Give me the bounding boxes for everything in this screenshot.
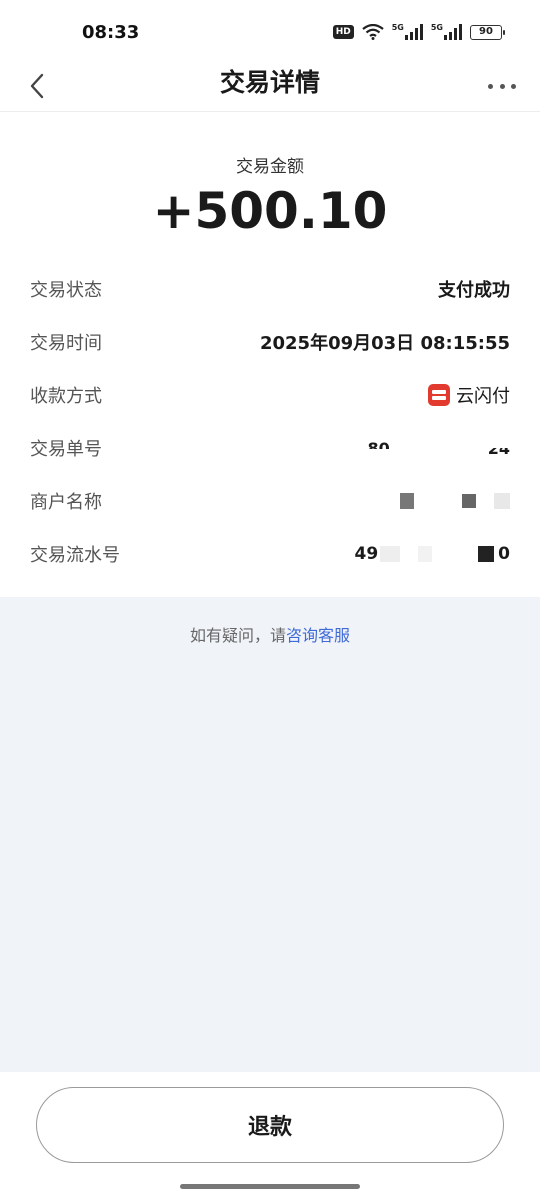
- detail-label: 商户名称: [30, 492, 102, 513]
- redaction-mask: [397, 438, 484, 458]
- wifi-icon: [362, 24, 384, 40]
- contact-support-link[interactable]: 咨询客服: [286, 626, 350, 645]
- serial-number-visible-suffix: 0: [498, 544, 510, 564]
- more-dot: [499, 83, 505, 89]
- redaction-mask: [380, 546, 401, 562]
- bottom-action-bar: 退款: [0, 1072, 540, 1200]
- detail-row-order-number: 交易单号 80 24: [30, 433, 510, 463]
- help-note: 如有疑问，请咨询客服: [0, 622, 540, 646]
- battery-level: 90: [479, 26, 493, 37]
- navigation-header: 交易详情: [0, 60, 540, 112]
- redaction-mask: [494, 493, 510, 509]
- help-note-text: 如有疑问，请: [189, 626, 286, 645]
- detail-value: 支付成功: [438, 280, 510, 301]
- redaction-mask: [418, 546, 433, 562]
- detail-label: 交易单号: [30, 439, 102, 460]
- order-number-value-redacted: 80 24: [367, 433, 510, 463]
- detail-row-status: 交易状态 支付成功: [30, 274, 510, 304]
- amount-label: 交易金额: [236, 157, 304, 177]
- more-options-button[interactable]: [488, 74, 516, 98]
- detail-label: 交易状态: [30, 280, 102, 301]
- order-number-visible-prefix: 80: [367, 438, 390, 458]
- refund-button[interactable]: 退款: [36, 1087, 504, 1163]
- page-title: 交易详情: [219, 68, 320, 97]
- status-icons: HD 5G 5G 90: [332, 24, 505, 40]
- more-dots-icon: [488, 83, 493, 89]
- detail-value: 2025年09月03日 08:15:55: [259, 333, 510, 354]
- status-time: 08:33: [82, 22, 140, 43]
- more-dot: [511, 83, 516, 89]
- merchant-name-value-redacted: [400, 486, 510, 516]
- detail-row-merchant-name: 商户名称: [30, 486, 510, 516]
- detail-label: 收款方式: [30, 386, 102, 407]
- redaction-mask: [478, 546, 495, 562]
- redaction-mask: [400, 493, 414, 509]
- unionpay-quickpass-icon: [428, 384, 450, 406]
- serial-number-value-redacted: 49 0: [354, 539, 510, 569]
- hd-icon: HD: [332, 25, 354, 39]
- home-indicator[interactable]: [180, 1184, 360, 1189]
- detail-row-payment-method: 收款方式 云闪付: [30, 380, 510, 410]
- detail-row-time: 交易时间 2025年09月03日 08:15:55: [30, 327, 510, 357]
- status-bar: 08:33 HD 5G 5G 90: [0, 0, 540, 60]
- transaction-detail-page: 08:33 HD 5G 5G 90 交易详情 交易金额 +500.10 交易状态…: [0, 0, 540, 1200]
- detail-row-serial-number: 交易流水号 49 0: [30, 539, 510, 569]
- serial-number-visible-prefix: 49: [354, 544, 379, 564]
- signal-icon: 5G: [392, 24, 423, 40]
- signal-icon: 5G: [431, 24, 462, 40]
- battery-icon: 90: [470, 24, 505, 40]
- redaction-mask: [462, 494, 476, 508]
- detail-label: 交易时间: [30, 333, 102, 354]
- transaction-detail-card: 交易金额 +500.10 交易状态 支付成功 交易时间 2025年09月03日 …: [0, 112, 540, 597]
- amount-value: +500.10: [152, 182, 388, 240]
- network-type-label: 5G: [391, 23, 404, 32]
- detail-value: 云闪付: [456, 386, 510, 407]
- detail-label: 交易流水号: [30, 545, 120, 566]
- order-number-visible-suffix: 24: [487, 438, 510, 458]
- payment-method-value: 云闪付: [428, 382, 510, 408]
- network-type-label: 5G: [430, 23, 443, 32]
